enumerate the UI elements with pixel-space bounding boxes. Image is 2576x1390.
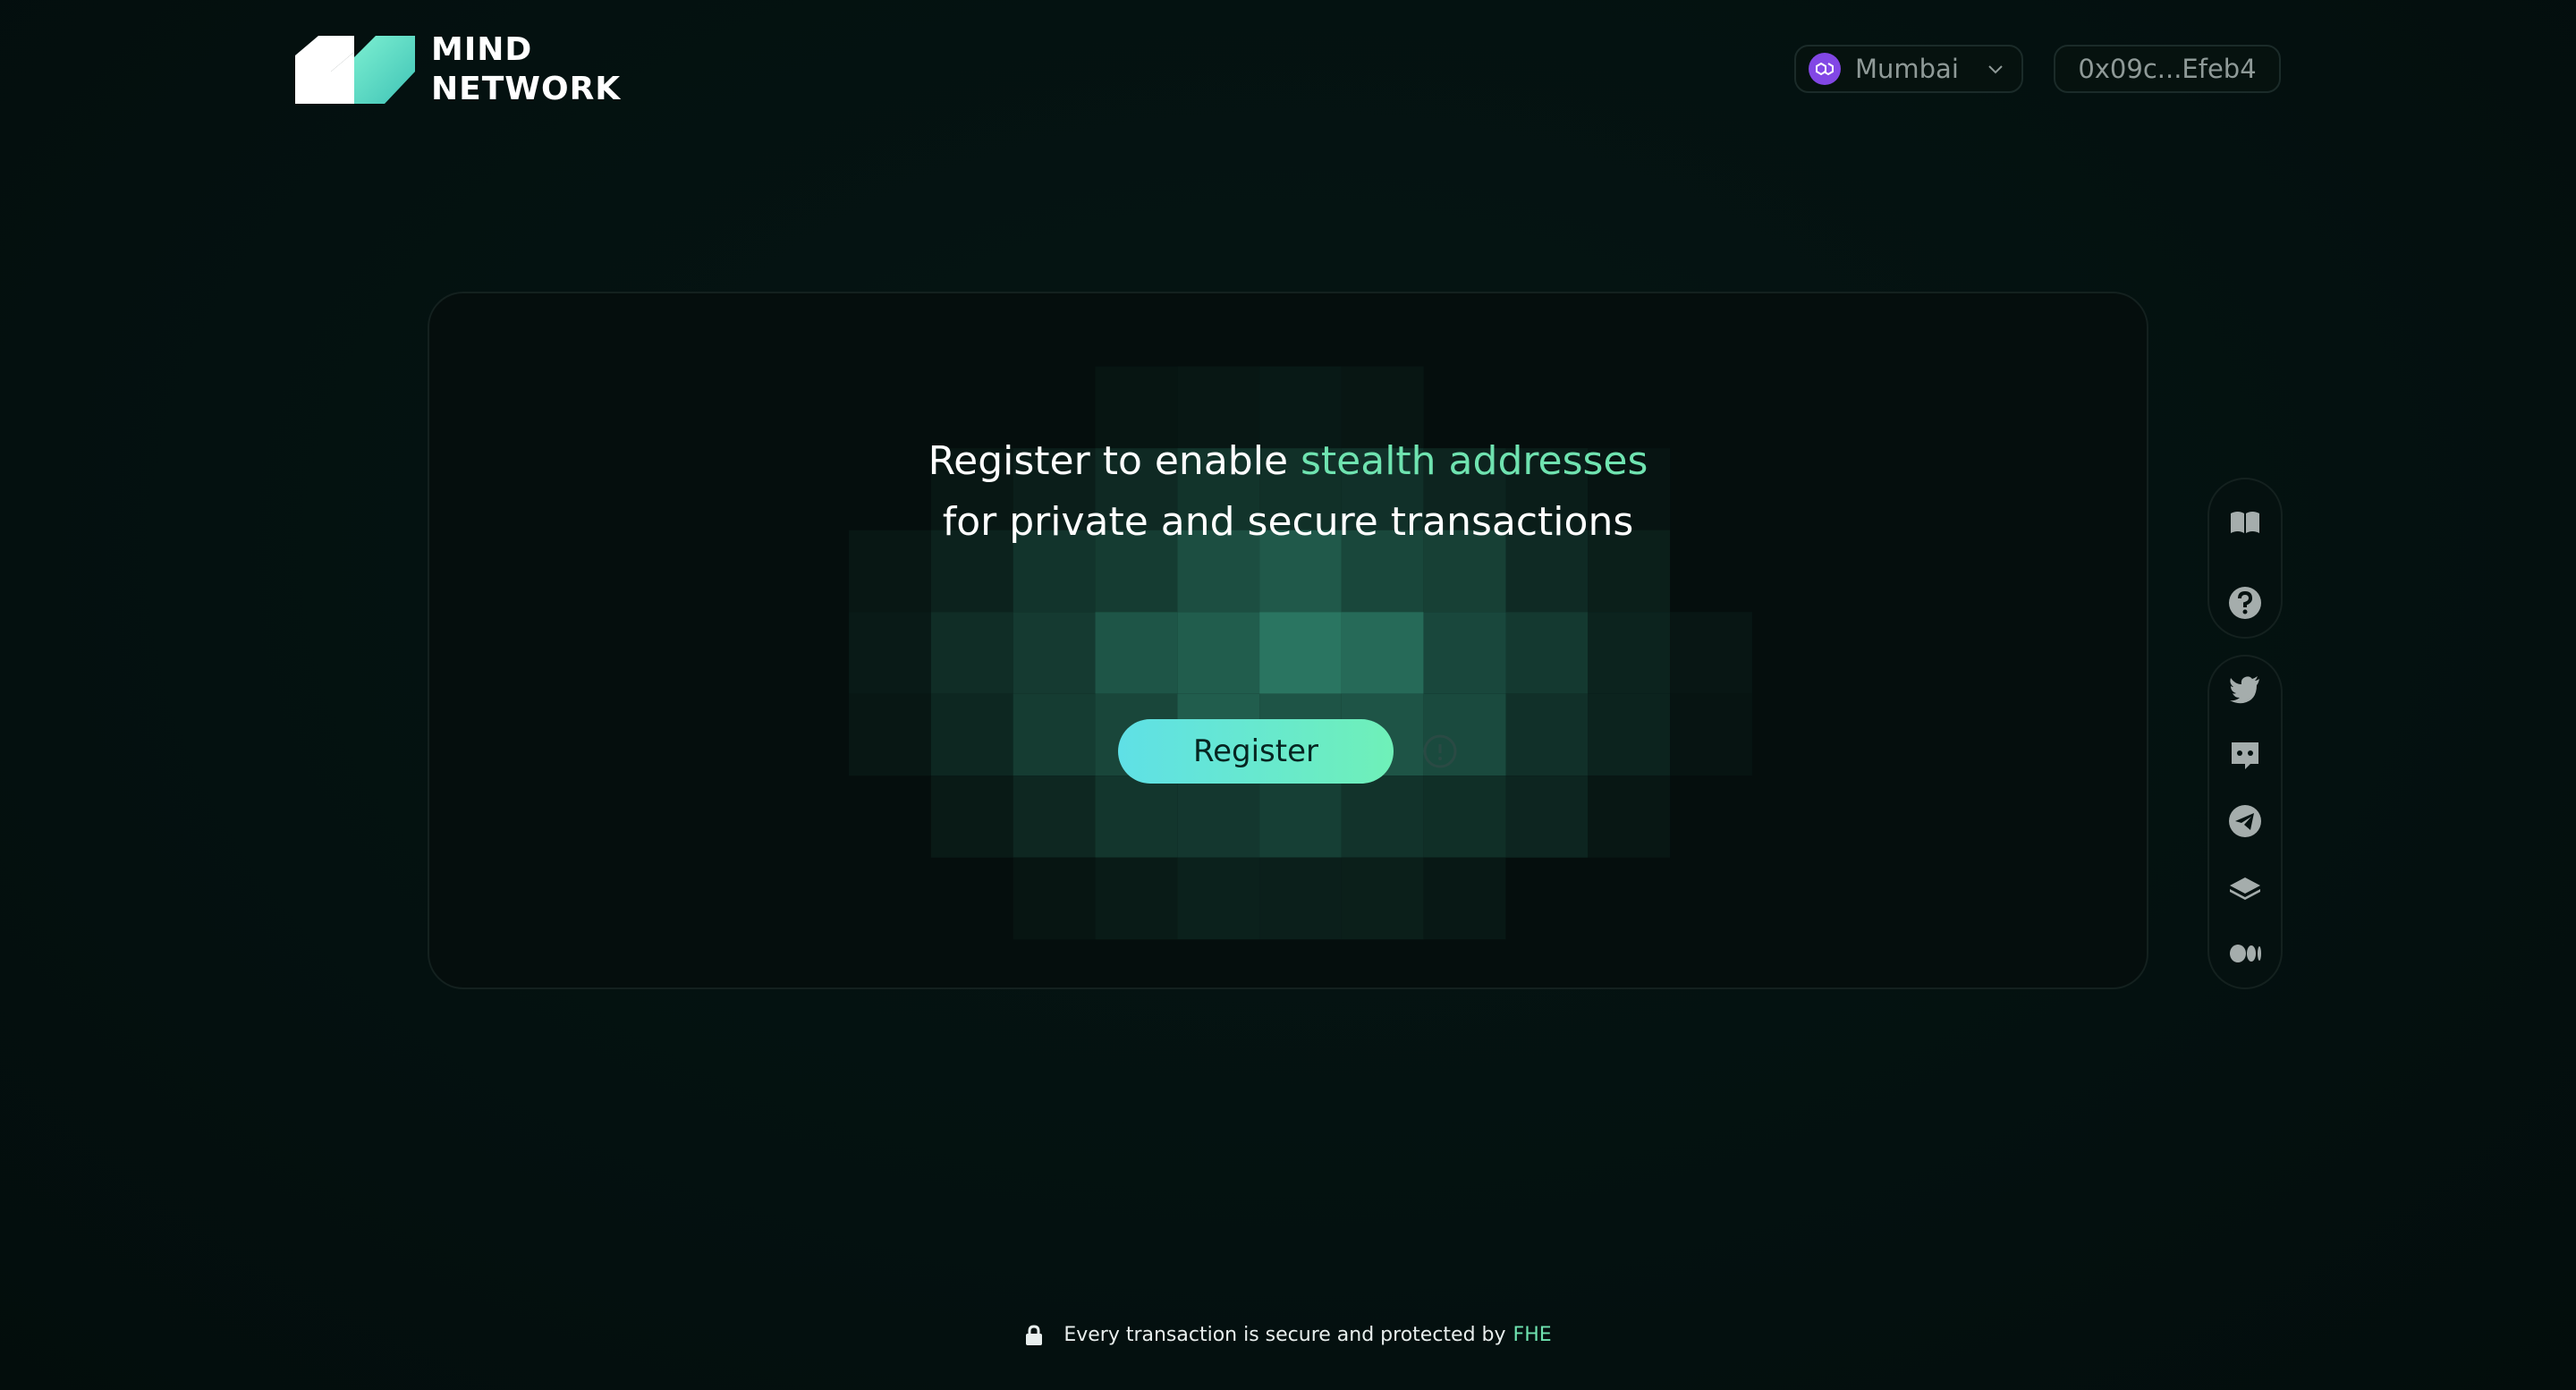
glow-pixel: [1013, 612, 1096, 694]
side-rail-social: [2207, 655, 2283, 989]
logo-line-2: NETWORK: [431, 71, 622, 107]
polygon-network-icon: [1809, 53, 1841, 85]
app-page: MIND NETWORK Mumbai 0x09c...Efeb4 Regist…: [0, 0, 2576, 1390]
network-label: Mumbai: [1855, 54, 1959, 84]
security-footer: Every transaction is secure and protecte…: [0, 1324, 2576, 1346]
glow-pixel: [1341, 612, 1424, 694]
mind-network-logo[interactable]: MIND NETWORK: [295, 30, 626, 109]
logo-wordmark: MIND NETWORK: [431, 30, 621, 109]
glow-pixel: [1505, 776, 1589, 858]
wallet-address-button[interactable]: 0x09c...Efeb4: [2054, 45, 2281, 93]
docs-book-icon[interactable]: [2225, 503, 2265, 542]
register-card: Register to enable stealth addresses for…: [428, 292, 2148, 989]
chevron-down-icon: [1988, 65, 2003, 74]
headline-text: Register to enable: [928, 438, 1301, 484]
info-icon[interactable]: [1422, 733, 1458, 769]
glow-pixel: [1177, 857, 1260, 940]
gitbook-icon[interactable]: [2225, 868, 2265, 907]
glow-pixel: [1588, 693, 1671, 776]
glow-pixel: [1588, 776, 1671, 858]
headline-accent: stealth addresses: [1301, 438, 1648, 484]
footer-text: Every transaction is secure and protecte…: [1063, 1324, 1506, 1346]
glow-pixel: [1670, 693, 1752, 776]
glow-pixel: [930, 612, 1013, 694]
glow-pixel: [1341, 776, 1424, 858]
logo-line-1: MIND: [431, 31, 533, 68]
glow-pixel: [1505, 612, 1589, 694]
glow-pixel: [1423, 612, 1506, 694]
network-select[interactable]: Mumbai: [1794, 45, 2023, 93]
glow-pixel: [1013, 693, 1096, 776]
glow-pixel: [1095, 776, 1178, 858]
glow-pixel: [1423, 776, 1506, 858]
headline-line-2: for private and secure transactions: [942, 499, 1634, 545]
telegram-icon[interactable]: [2225, 801, 2265, 841]
pixel-glow-background: [849, 366, 1752, 940]
glow-pixel: [1259, 776, 1342, 858]
twitter-icon[interactable]: [2225, 669, 2265, 708]
glow-pixel: [849, 693, 931, 776]
glow-pixel: [1013, 776, 1096, 858]
glow-pixel: [1341, 857, 1424, 940]
glow-pixel: [1095, 612, 1178, 694]
glow-pixel: [1177, 612, 1260, 694]
glow-pixel: [1013, 857, 1096, 940]
glow-pixel: [1259, 612, 1342, 694]
discord-icon[interactable]: [2225, 735, 2265, 775]
glow-pixel: [1423, 857, 1506, 940]
glow-pixel: [1505, 693, 1589, 776]
glow-pixel: [930, 776, 1013, 858]
register-button[interactable]: Register: [1118, 719, 1394, 784]
glow-pixel: [1095, 857, 1178, 940]
side-rail-resources: [2207, 478, 2283, 639]
logo-mark-icon: [295, 36, 415, 104]
glow-pixel: [1177, 776, 1260, 858]
footer-fhe-link: FHE: [1513, 1324, 1552, 1346]
lock-icon: [1026, 1324, 1043, 1345]
glow-pixel: [930, 693, 1013, 776]
glow-pixel: [1259, 857, 1342, 940]
medium-icon[interactable]: [2225, 934, 2265, 973]
glow-pixel: [1670, 612, 1752, 694]
glow-pixel: [1588, 612, 1671, 694]
glow-pixel: [849, 612, 931, 694]
help-icon[interactable]: [2225, 583, 2265, 623]
register-headline: Register to enable stealth addresses for…: [429, 431, 2147, 553]
